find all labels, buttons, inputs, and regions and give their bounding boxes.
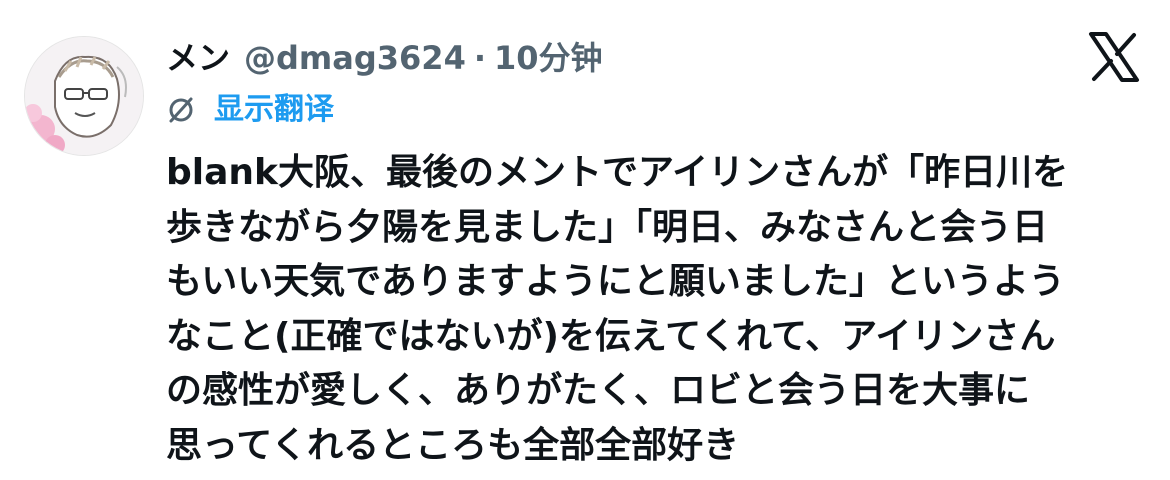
show-translation-label[interactable]: 显示翻译 — [214, 88, 334, 132]
x-logo-icon[interactable] — [1088, 32, 1140, 82]
separator-dot: · — [473, 39, 486, 77]
avatar[interactable] — [24, 36, 144, 156]
tweet-text-line: 歩きながら夕陽を見ました」「明日、みなさんと会う日 — [166, 206, 1049, 248]
tweet-text-line: の感性が愛しく、ありがたく、ロビと会う日を大事に — [166, 370, 1031, 411]
tweet-card: メン @dmag3624 · 10分钟 显示翻译 blank大阪、最後のメントで… — [0, 0, 1170, 480]
tweet-timestamp[interactable]: 10分钟 — [494, 34, 603, 82]
tweet-text-line: なこと(正確ではないが)を伝えてくれて、アイリンさん — [166, 315, 1056, 357]
tweet-text-line: もいい天気でありますようにと願いました」というよう — [166, 261, 1065, 302]
tweet-text-line: 思ってくれるところも全部全部好き — [166, 424, 740, 466]
tweet-text: blank大阪、最後のメントでアイリンさんが「昨日川を 歩きながら夕陽を見ました… — [166, 146, 1156, 473]
tweet-text-line: blank大阪、最後のメントでアイリンさんが「昨日川を — [166, 152, 1069, 193]
avatar-illustration-icon — [25, 37, 143, 155]
author-display-name[interactable]: メン — [166, 34, 230, 82]
author-handle[interactable]: @dmag3624 — [244, 34, 466, 82]
show-translation-button[interactable]: 显示翻译 — [166, 88, 334, 132]
translate-icon — [169, 97, 193, 123]
tweet-header: メン @dmag3624 · 10分钟 — [166, 34, 603, 82]
